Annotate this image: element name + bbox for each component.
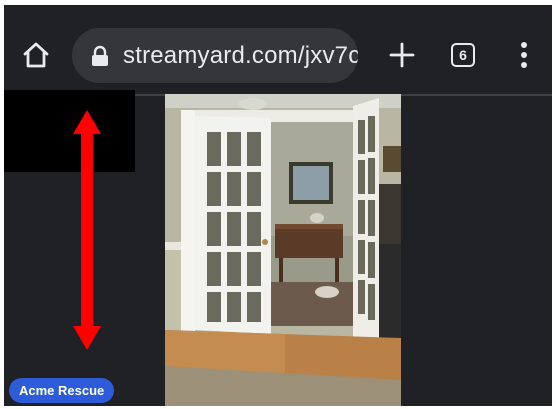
- camera-video-feed[interactable]: [165, 94, 401, 406]
- plus-icon: [389, 42, 415, 68]
- lock-icon: [92, 45, 108, 66]
- tab-switcher-button[interactable]: 6: [451, 43, 475, 67]
- new-tab-button[interactable]: [382, 35, 422, 75]
- address-bar[interactable]: streamyard.com/jxv7c: [72, 28, 358, 83]
- red-double-arrow: [73, 110, 101, 350]
- home-icon: [23, 42, 49, 68]
- stream-stage: Acme Rescue: [4, 90, 552, 406]
- more-options-button[interactable]: [509, 37, 539, 73]
- more-vert-icon: [521, 42, 527, 68]
- browser-window: streamyard.com/jxv7c 6 Acme Rescue: [4, 5, 552, 406]
- url-text: streamyard.com/jxv7c: [123, 42, 358, 69]
- home-button[interactable]: [18, 37, 54, 73]
- brand-banner-badge: Acme Rescue: [9, 378, 115, 403]
- browser-toolbar: streamyard.com/jxv7c 6: [4, 5, 552, 94]
- tab-count: 6: [459, 47, 467, 63]
- camera-image: [165, 94, 401, 406]
